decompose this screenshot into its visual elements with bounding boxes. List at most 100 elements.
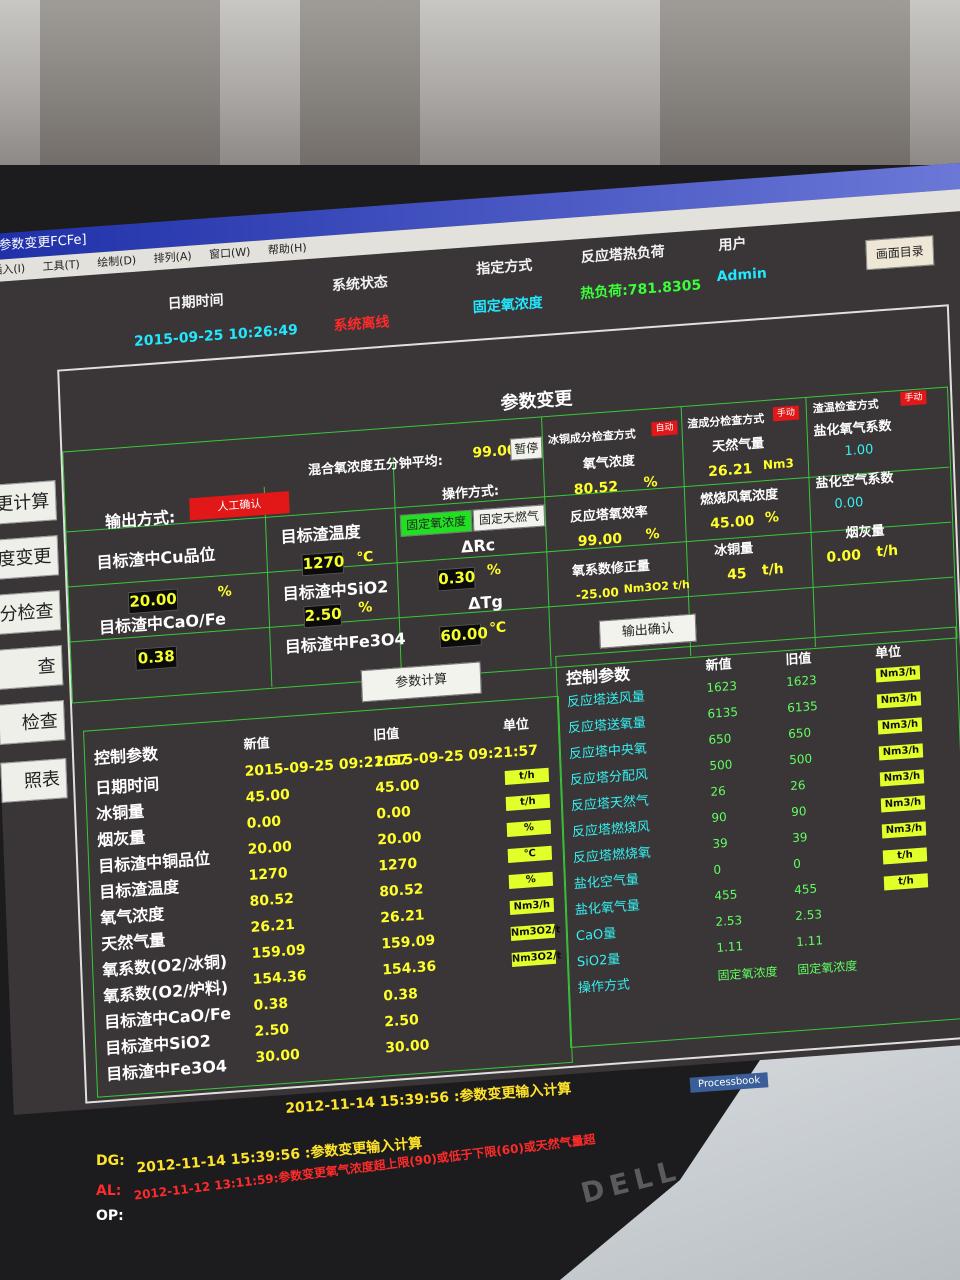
left-table-row-11-col-1: 30.00: [255, 1046, 301, 1067]
background-room: [0, 0, 960, 175]
slag-temp-unit: ℃: [356, 549, 374, 567]
left-table-row-9-col-2: 0.38: [382, 985, 419, 1005]
left-table-header-3: 单位: [502, 717, 530, 735]
left-table-row-6-col-1: 26.21: [250, 916, 296, 937]
side-button-check[interactable]: 查: [0, 645, 64, 690]
side-button-inspect[interactable]: 检查: [0, 700, 66, 745]
left-table-header-2: 旧值: [373, 726, 400, 744]
delta-tg-unit: ℃: [488, 619, 507, 637]
right-table-row-0-col-1: 1623: [706, 678, 738, 696]
right-table-row-6-col-2: 39: [792, 830, 808, 846]
op-label: OP:: [96, 1208, 124, 1224]
menu-help[interactable]: 帮助(H): [268, 241, 307, 257]
delta-rc-label: ΔRc: [460, 535, 496, 557]
menu-draw[interactable]: 绘制(D): [97, 254, 136, 270]
burn-rate-unit: %: [764, 509, 780, 527]
burn-rate-value: 45.00: [709, 513, 755, 533]
right-table-row-10-col-0: SiO2量: [576, 952, 621, 971]
side-button-change[interactable]: 度变更: [0, 535, 60, 580]
o2-conc-label: 氧气浓度: [582, 453, 636, 473]
delta-tg-label: ΔTg: [467, 591, 504, 614]
sio2-unit: %: [358, 599, 373, 617]
slag-temp-value[interactable]: 1270: [301, 551, 345, 577]
left-table-row-9-col-1: 0.38: [253, 995, 289, 1015]
left-table-row-6-col-2: 26.21: [379, 907, 425, 927]
right-table-row-8-col-2: 455: [793, 881, 818, 898]
side-button-component-check[interactable]: 分检查: [0, 590, 62, 635]
menu-insert[interactable]: 插入(I): [0, 262, 25, 277]
user-value: Admin: [716, 265, 768, 286]
right-table-row-7-col-2: 0: [793, 856, 802, 872]
left-table-row-2-col-2: 0.00: [376, 804, 412, 823]
output-mode-label: 输出方式:: [104, 507, 176, 532]
slag-check-button[interactable]: 手动: [772, 405, 800, 422]
status-label: 系统状态: [331, 274, 389, 295]
datetime-label: 日期时间: [167, 292, 224, 313]
left-table-row-6-col-0: 天然气量: [100, 930, 166, 955]
left-table-row-0-col-0: 日期时间: [94, 774, 160, 799]
left-table-row-5-col-2: 80.52: [379, 881, 424, 901]
target-cu-unit: %: [217, 583, 233, 601]
panel-title: 参数变更: [500, 388, 573, 415]
left-table-row-4-col-1: 1270: [248, 865, 288, 885]
right-table-header-2: 旧值: [785, 651, 812, 669]
left-table-row-3-col-2: 20.00: [377, 829, 422, 849]
right-table-row-7-col-1: 0: [713, 862, 722, 877]
matte-label: 冰铜量: [713, 541, 754, 560]
status-value: 系统离线: [333, 314, 390, 335]
o2-conc-value: 80.52: [573, 478, 619, 499]
salt-air-value: 0.00: [834, 495, 864, 513]
user-label: 用户: [718, 235, 747, 254]
pause-button[interactable]: 暂停: [509, 436, 543, 461]
gas-unit: Nm3: [762, 456, 795, 473]
delta-rc-unit: %: [486, 561, 502, 579]
load-label: 反应塔热负荷: [580, 243, 666, 267]
background-machinery: [40, 0, 220, 175]
left-table-row-11-col-2: 30.00: [384, 1037, 430, 1057]
right-table-row-2-col-1: 650: [708, 731, 732, 748]
delta-tg-value[interactable]: 60.00: [439, 623, 488, 649]
right-table-row-1-col-1: 6135: [707, 704, 739, 722]
screen-index-button[interactable]: 画面目录: [865, 235, 935, 271]
right-table-row-10-col-2: 1.11: [795, 933, 824, 950]
left-table-header-1: 新值: [243, 736, 270, 754]
left-table-row-5-col-0: 氧气浓度: [99, 904, 165, 929]
side-button-reference[interactable]: 照表: [0, 758, 68, 803]
delta-rc-value[interactable]: 0.30: [436, 566, 476, 592]
left-table-row-10-col-1: 2.50: [254, 1021, 290, 1041]
temp-check-button[interactable]: 手动: [900, 390, 927, 407]
right-table-row-2-col-2: 650: [788, 725, 812, 742]
dust-unit: t/h: [875, 542, 899, 561]
right-table-header-0: 控制参数: [565, 664, 631, 689]
side-button-calc[interactable]: 更计算: [0, 480, 57, 525]
right-table-row-6-col-1: 39: [712, 835, 728, 851]
left-table-header-0: 控制参数: [93, 744, 159, 769]
menu-arrange[interactable]: 排列(A): [153, 250, 192, 266]
right-table-row-8-col-1: 455: [714, 887, 738, 903]
left-table-row-2-col-1: 0.00: [246, 813, 282, 833]
mode-value: 固定氧浓度: [472, 294, 543, 317]
salt-o2-value: 1.00: [844, 442, 874, 460]
right-table-row-3-col-1: 500: [709, 757, 733, 773]
matte-value: 45: [726, 565, 747, 584]
dust-value: 0.00: [826, 547, 862, 566]
dg-label: DG:: [96, 1153, 125, 1169]
menu-tools[interactable]: 工具(T): [42, 258, 80, 274]
left-table-row-4-col-2: 1270: [378, 855, 418, 875]
right-table-row-9-col-0: CaO量: [575, 926, 617, 945]
sio2-value[interactable]: 2.50: [303, 603, 343, 629]
right-table-row-9-col-1: 2.53: [715, 913, 743, 929]
o2-conc-unit: %: [643, 474, 658, 492]
left-table-row-1-col-0: 冰铜量: [95, 801, 145, 825]
matte-check-button[interactable]: 自动: [651, 420, 678, 437]
right-table-header-1: 新值: [705, 657, 732, 675]
menu-window[interactable]: 窗口(W): [209, 245, 251, 261]
al-label: AL:: [96, 1183, 122, 1199]
left-table-row-5-col-1: 80.52: [249, 890, 295, 911]
target-cao-value[interactable]: 0.38: [134, 645, 178, 671]
left-table-row-10-col-2: 2.50: [383, 1011, 420, 1031]
left-table-row-3-col-1: 20.00: [247, 838, 293, 859]
right-table-row-9-col-2: 2.53: [794, 907, 823, 924]
hmi-screen: 参数变更FCFe] 插入(I) 工具(T) 绘制(D) 排列(A) 窗口(W) …: [0, 162, 960, 1115]
right-table-row-5-col-1: 90: [711, 809, 727, 825]
